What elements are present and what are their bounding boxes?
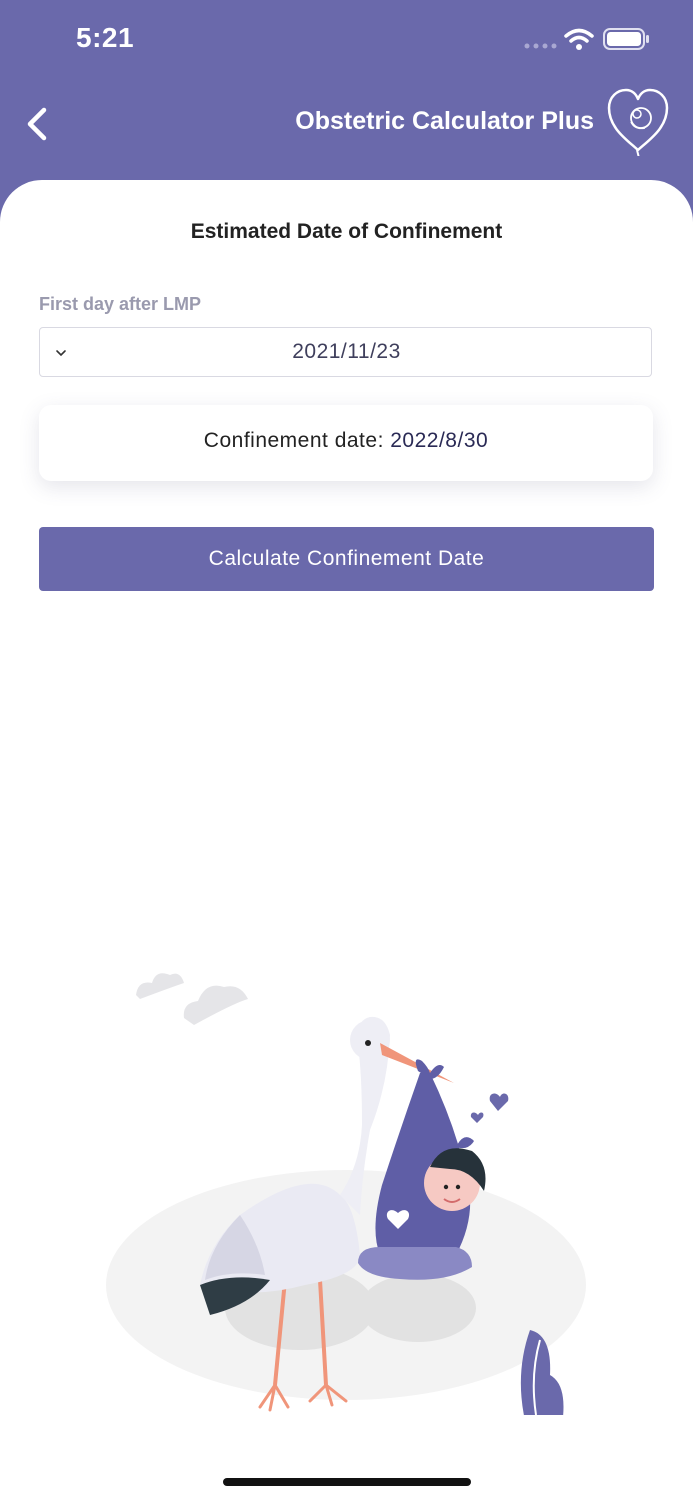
- lmp-label: First day after LMP: [39, 294, 202, 314]
- lmp-date-select[interactable]: 2021/11/23: [39, 327, 652, 377]
- nav-bar: Obstetric Calculator Plus: [0, 80, 693, 180]
- cellular-signal-icon: [524, 43, 557, 49]
- battery-icon: [603, 28, 649, 50]
- result-value: 2022/8/30: [390, 429, 489, 452]
- heart-logo-icon: [607, 88, 669, 156]
- status-time: 5:21: [76, 22, 135, 53]
- result-box: Confinement date: 2022/8/30: [39, 405, 653, 481]
- lmp-date-value: 2021/11/23: [292, 340, 401, 363]
- page-title: Obstetric Calculator Plus: [295, 107, 594, 135]
- calculate-button[interactable]: Calculate Confinement Date: [39, 527, 654, 591]
- wifi-icon: [564, 28, 594, 50]
- back-button[interactable]: [18, 102, 58, 146]
- stork-baby-illustration: [106, 973, 586, 1415]
- home-indicator[interactable]: [223, 1478, 471, 1486]
- section-title: Estimated Date of Confinement: [190, 220, 503, 243]
- main-card: Estimated Date of Confinement First day …: [0, 180, 693, 1500]
- status-bar: 5:21: [0, 0, 693, 80]
- result-label: Confinement date:: [203, 429, 391, 452]
- result-text: Confinement date: 2022/8/30: [39, 429, 653, 453]
